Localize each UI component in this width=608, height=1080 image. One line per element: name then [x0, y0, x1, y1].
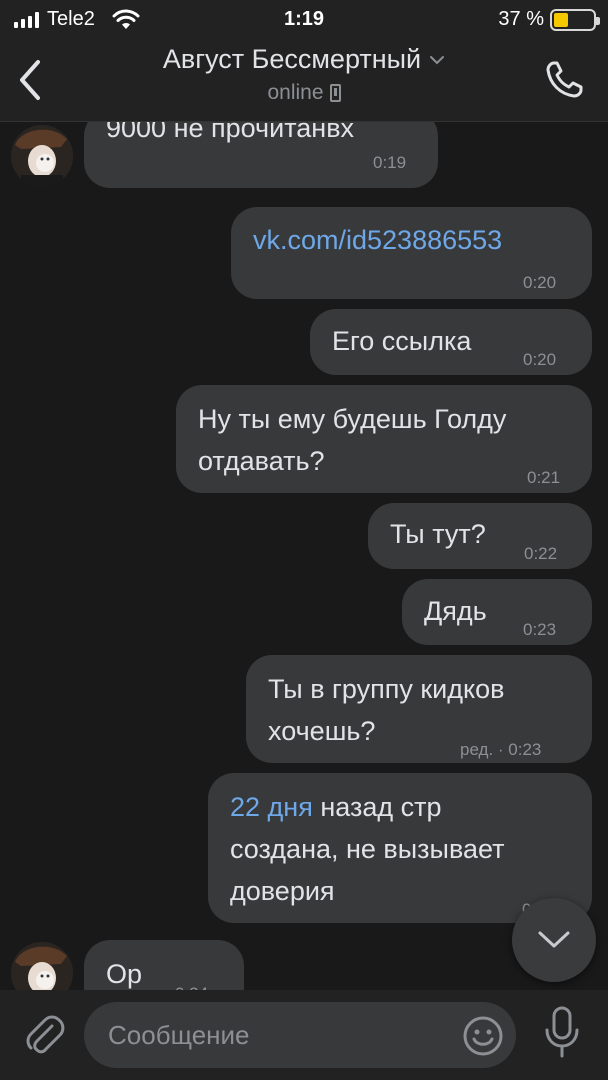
- message-bubble-outgoing[interactable]: Ну ты ему будешь Голду отдавать? 0:21: [176, 385, 592, 493]
- message-text-part: назад стр: [312, 792, 442, 822]
- mobile-device-icon: [329, 84, 341, 102]
- paperclip-icon[interactable]: [22, 1012, 66, 1056]
- message-text-line: 22 дня назад стр: [230, 787, 442, 827]
- message-bubble-incoming[interactable]: 9000 не прочитанвх 0:19: [84, 122, 438, 188]
- battery-icon: [550, 8, 600, 31]
- scroll-down-button[interactable]: [512, 898, 596, 982]
- message-link[interactable]: 22 дня: [230, 792, 313, 822]
- message-text-line: отдавать?: [198, 446, 325, 476]
- message-text: Его ссылка: [332, 326, 472, 356]
- chevron-down-icon: [538, 931, 570, 948]
- avatar[interactable]: [11, 125, 73, 187]
- message-list[interactable]: 9000 не прочитанвх 0:19 vk.com/id5238865…: [0, 122, 608, 990]
- chat-header: Август Бессмертный online: [0, 40, 608, 122]
- message-time: 0:20: [523, 273, 557, 292]
- message-text: 9000 не прочитанвх: [106, 122, 355, 143]
- message-bubble-outgoing[interactable]: Дядь 0:23: [402, 579, 592, 645]
- message-bubble-outgoing[interactable]: Ты тут? 0:22: [368, 503, 592, 569]
- message-text-line: Ну ты ему будешь Голду: [198, 404, 507, 434]
- message-time: 0:20: [523, 350, 557, 369]
- avatar[interactable]: [11, 942, 73, 990]
- online-status: online: [267, 81, 324, 104]
- message-text: Ты тут?: [390, 519, 486, 549]
- message-time: 0:23: [523, 620, 557, 639]
- message-time: 0:21: [527, 468, 561, 487]
- message-input-container[interactable]: [84, 1002, 516, 1068]
- message-bubble-incoming[interactable]: Ор 0:24: [84, 940, 244, 990]
- message-composer: [0, 990, 608, 1080]
- message-time: 0:22: [524, 544, 558, 563]
- status-bar: Tele2 1:19 37 %: [0, 0, 608, 40]
- chat-title-area[interactable]: Август Бессмертный online: [80, 44, 528, 105]
- message-text-line: Ты в группу кидков: [268, 674, 505, 704]
- message-text: Дядь: [424, 596, 487, 626]
- message-time: 0:24: [175, 974, 208, 990]
- phone-icon[interactable]: [542, 58, 586, 102]
- message-text-line: хочешь?: [268, 716, 376, 746]
- message-input[interactable]: [108, 1016, 448, 1054]
- chat-title[interactable]: Август Бессмертный: [163, 44, 445, 75]
- message-bubble-outgoing[interactable]: vk.com/id523886553 0:20: [231, 207, 592, 299]
- chevron-down-icon: [430, 55, 445, 64]
- contact-name: Август Бессмертный: [162, 44, 422, 74]
- message-text: Ор: [106, 959, 143, 989]
- message-bubble-outgoing[interactable]: Его ссылка 0:20: [310, 309, 592, 375]
- status-bar-right: 37 %: [498, 8, 600, 31]
- battery-level: [554, 12, 569, 27]
- smile-icon[interactable]: [462, 1015, 504, 1057]
- message-text-line: доверия: [230, 876, 335, 906]
- microphone-icon[interactable]: [540, 1004, 584, 1062]
- battery-percent: 37 %: [498, 8, 544, 30]
- message-bubble-outgoing[interactable]: 22 дня назад стр создана, не вызывает до…: [208, 773, 592, 923]
- message-time: ред. · 0:23: [460, 740, 542, 759]
- message-text-line: создана, не вызывает: [230, 834, 505, 864]
- contact-status: online: [267, 81, 341, 105]
- message-link[interactable]: vk.com/id523886553: [253, 220, 502, 260]
- message-time: 0:19: [373, 153, 407, 172]
- message-bubble-outgoing[interactable]: Ты в группу кидков хочешь? ред. · 0:23: [246, 655, 592, 763]
- chevron-left-icon[interactable]: [14, 58, 46, 102]
